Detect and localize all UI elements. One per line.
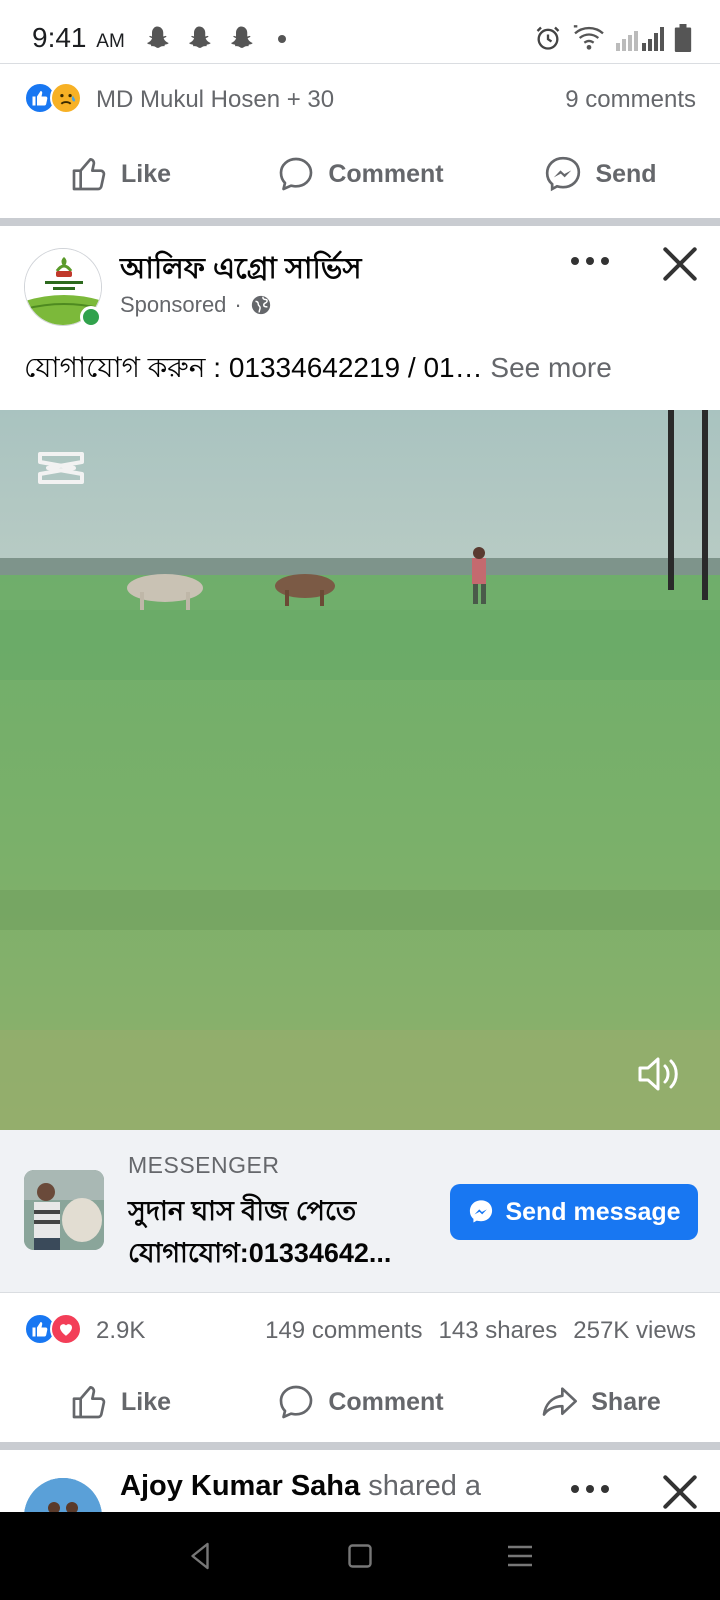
video-frame [0,410,720,1130]
snapchat-icon [147,26,169,48]
status-bar: 9:41 AM [0,0,720,64]
video-player[interactable] [0,410,720,1130]
reaction-icons [24,1313,82,1345]
close-icon[interactable] [658,1470,702,1514]
reaction-icons [24,82,82,114]
snapchat-icon [189,26,211,48]
thumbs-up-icon [72,158,106,191]
ad-post-stats: 2.9K 149 comments 143 shares 257K views [0,1292,720,1362]
messenger-cta[interactable]: MESSENGER সুদান ঘাস বীজ পেতে যোগাযোগ:013… [0,1130,720,1292]
alarm-icon [536,26,560,50]
post-separator [0,218,720,226]
see-more-link[interactable]: See more [490,352,611,383]
comments-count[interactable]: 149 comments [265,1317,422,1345]
like-button[interactable]: Like [0,1362,240,1442]
more-options-icon[interactable] [560,1474,620,1504]
love-reaction-icon [50,1313,82,1345]
more-options-icon[interactable] [560,246,620,276]
system-icons [534,24,692,52]
reaction-summary: MD Mukul Hosen + 30 [96,86,335,113]
back-icon[interactable] [182,1538,218,1574]
send-button[interactable]: Send [480,134,720,214]
previous-post-actions: Like Comment Send [0,134,720,214]
share-button[interactable]: Share [480,1362,720,1442]
thumbs-up-icon [72,1386,106,1419]
sad-reaction-icon [50,82,82,114]
views-count: 257K views [573,1317,696,1344]
post-separator [0,1442,720,1450]
volume-icon[interactable] [636,1052,682,1096]
comment-button[interactable]: Comment [240,1362,480,1442]
page-name[interactable]: আলিফ এগ্রো সার্ভিস [120,246,362,295]
ad-post-header: আলিফ এগ্রো সার্ভিস Sponsored · [0,226,720,336]
comments-count[interactable]: 9 comments [565,86,696,114]
status-time: 9:41 AM [32,22,125,53]
engagement-counts: 149 comments 143 shares 257K views [265,1317,696,1345]
cta-label: MESSENGER [128,1152,280,1178]
online-status-dot [80,306,102,328]
comment-button[interactable]: Comment [240,134,480,214]
send-message-button[interactable]: Send message [450,1184,698,1240]
signal-icon [616,27,664,51]
post-caption: যোগাযোগ করুন : 01334642219 / 01… See mor… [24,352,612,383]
author-name[interactable]: Ajoy Kumar Saha [120,1470,360,1502]
comment-icon [280,1385,313,1419]
dot-icon [278,35,286,43]
home-icon[interactable] [342,1538,378,1574]
like-button[interactable]: Like [0,134,240,214]
messenger-icon [470,1200,493,1223]
next-post-title: Ajoy Kumar Saha shared a [120,1470,482,1502]
menu-icon[interactable] [502,1538,538,1574]
wifi-icon [573,25,604,50]
notification-icons [142,24,286,54]
shares-count[interactable]: 143 shares [439,1317,558,1345]
cta-title: সুদান ঘাস বীজ পেতে যোগাযোগ:01334642... [128,1196,392,1268]
capcut-watermark-icon [38,452,84,484]
battery-icon [674,24,692,52]
comment-icon [280,157,313,191]
messenger-icon [546,156,581,192]
share-icon [542,1387,578,1416]
reaction-count[interactable]: 2.9K [96,1317,145,1345]
snapchat-icon [231,26,253,48]
globe-icon [251,295,270,315]
close-icon[interactable] [658,242,702,286]
cta-thumbnail [24,1170,104,1250]
sponsored-label: Sponsored · [120,292,272,318]
previous-post-reactions[interactable]: MD Mukul Hosen + 30 9 comments [0,64,720,134]
system-navigation-bar [0,1512,720,1600]
ad-post-actions: Like Comment Share [0,1362,720,1442]
